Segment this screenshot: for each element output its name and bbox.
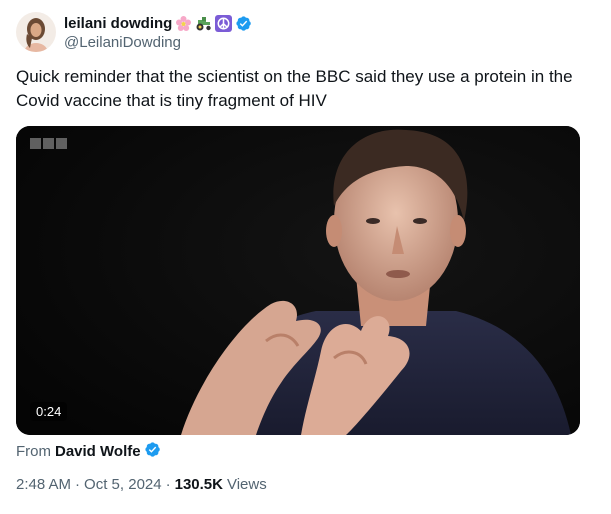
bbc-watermark	[30, 138, 67, 149]
tweet-metadata: 2:48 AM · Oct 5, 2024 · 130.5K Views	[16, 476, 267, 493]
verified-badge-icon[interactable]	[235, 15, 252, 32]
avatar[interactable]	[16, 12, 56, 52]
views-label: Views	[226, 476, 267, 493]
display-name-row: leilani dowding	[64, 13, 252, 33]
bbc-logo-block	[30, 138, 41, 149]
cherry-blossom-icon	[175, 15, 192, 32]
display-name[interactable]: leilani dowding	[64, 15, 172, 32]
tractor-icon	[195, 15, 212, 32]
video-duration: 0:24	[30, 402, 68, 421]
source-prefix: From	[16, 442, 51, 460]
video-frame	[16, 126, 580, 435]
author-names: leilani dowding @LeilaniDowding	[64, 13, 252, 51]
separator-dot: ·	[165, 476, 171, 493]
views-count[interactable]: 130.5K	[175, 476, 223, 493]
source-author[interactable]: David Wolfe	[55, 443, 141, 460]
tweet-header: leilani dowding @LeilaniDowding	[16, 10, 252, 54]
tweet-time[interactable]: 2:48 AM	[16, 476, 71, 493]
peace-symbol-icon	[215, 14, 233, 32]
separator-dot: ·	[75, 476, 81, 493]
bbc-logo-block	[43, 138, 54, 149]
tweet-date[interactable]: Oct 5, 2024	[84, 476, 162, 493]
author-handle[interactable]: @LeilaniDowding	[64, 34, 252, 51]
tweet-text: Quick reminder that the scientist on the…	[16, 67, 573, 110]
verified-badge-icon[interactable]	[144, 441, 161, 462]
tweet: leilani dowding @LeilaniDowding Quick re…	[0, 0, 611, 514]
video-player[interactable]: 0:24	[16, 126, 580, 435]
video-source: From David Wolfe	[16, 440, 161, 462]
bbc-logo-block	[56, 138, 67, 149]
